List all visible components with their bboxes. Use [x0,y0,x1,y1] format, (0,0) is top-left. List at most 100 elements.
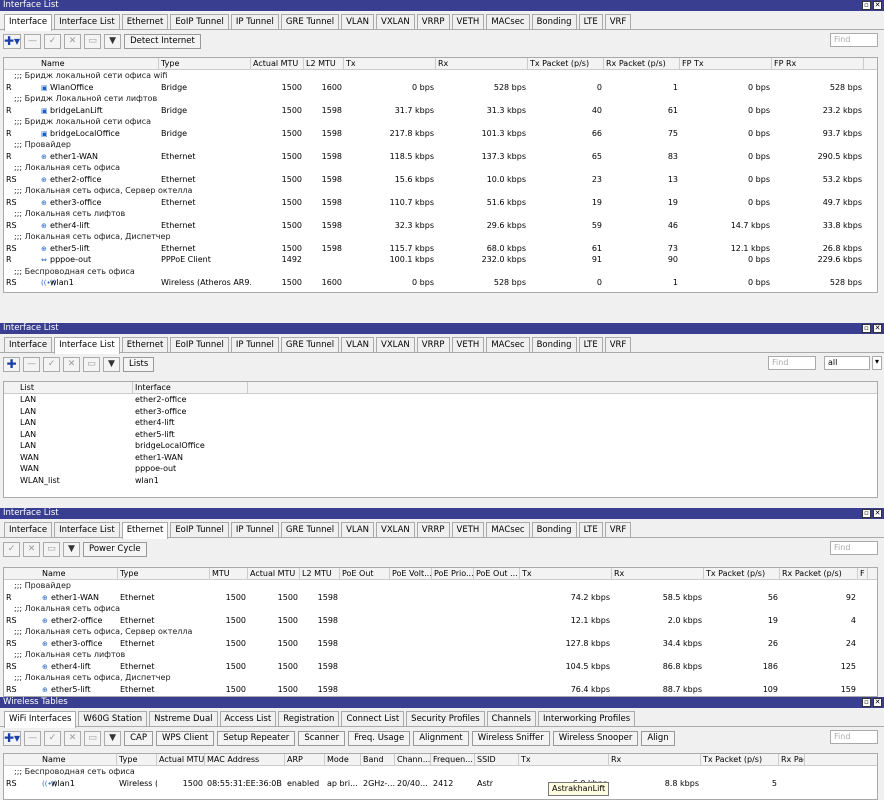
column-header[interactable]: Type [117,754,157,765]
table-row[interactable]: RS ⊕ ether4-lift Ethernet 1500 1598 32.3 kbps 2… [4,220,877,232]
tab-ethernet[interactable]: Ethernet [121,522,169,539]
restore-icon[interactable]: ▫ [862,509,871,518]
table-row[interactable]: RS((•))wlan1Wireless (Atheros AR9...1500… [4,277,877,289]
tab-lte[interactable]: LTE [578,522,603,537]
tab-vxlan[interactable]: VXLAN [376,522,415,537]
tab-vlan[interactable]: VLAN [341,14,375,29]
table-row[interactable]: WAN ether1-WAN [4,452,877,464]
remove-icon[interactable]: — [24,730,42,746]
column-header[interactable]: F [858,568,868,579]
column-header[interactable]: PoE Out [340,568,390,579]
tab-vrrp[interactable]: VRRP [416,337,450,352]
column-header[interactable]: PoE Out ... [474,568,520,579]
comment-icon[interactable]: ▭ [84,730,102,746]
table-row[interactable]: RS ⊕ ether4-lift Ethernet 1500 1500 1598 104.5 … [4,661,877,673]
table-row[interactable]: R ⊕ ether1-WAN Ethernet 1500 1500 1598 74.2 kbp… [4,592,877,604]
tab-interface-list[interactable]: Interface List [54,522,120,537]
tab-connect-list[interactable]: Connect List [341,711,405,726]
tab-interface[interactable]: Interface [4,522,53,537]
column-header[interactable]: Tx [520,568,612,579]
table-row[interactable]: RS((•))wlan1Wireless (Atheros AR9...1500… [4,778,877,790]
comment-icon[interactable]: ▭ [83,356,100,372]
column-header[interactable]: Frequen... [431,754,475,765]
tab-gre-tunnel[interactable]: GRE Tunnel [280,522,340,537]
find-input[interactable]: Find [830,730,878,744]
column-header[interactable]: PoE Prio... [432,568,474,579]
tab-ethernet[interactable]: Ethernet [121,337,169,352]
column-header[interactable]: Rx Packet (p/s) [780,568,858,579]
remove-icon[interactable]: — [24,33,42,49]
enable-icon[interactable]: ✓ [44,33,62,49]
table-row[interactable]: RS ⊕ ether2-office Ethernet 1500 1500 1598 12.1… [4,615,877,627]
enable-icon[interactable]: ✓ [44,730,62,746]
tab-bonding[interactable]: Bonding [531,337,577,352]
column-header[interactable]: Tx Packet (p/s) [701,754,779,765]
tab-interface[interactable]: Interface [4,14,53,31]
add-icon[interactable]: ✚ [3,356,20,372]
column-header[interactable]: Tx [344,58,436,69]
lists-button[interactable]: Lists [123,356,155,372]
tab-vlan[interactable]: VLAN [341,337,375,352]
tab-vlan[interactable]: VLAN [341,522,375,537]
column-header[interactable]: Tx [519,754,609,765]
table-row[interactable]: RS ⊕ ether3-office Ethernet 1500 1500 1598 127.… [4,638,877,650]
tab-vrf[interactable]: VRF [604,337,632,352]
tab-vxlan[interactable]: VXLAN [376,14,415,29]
table-row[interactable]: LAN bridgeLocalOffice [4,440,877,452]
table-row[interactable]: RS ⊕ ether3-office Ethernet 1500 1598 110.7 kb… [4,197,877,209]
restore-icon[interactable]: ▫ [862,324,871,333]
tab-lte[interactable]: LTE [578,14,603,29]
wireless-sniffer-button[interactable]: Wireless Sniffer [471,730,550,746]
tab-vrf[interactable]: VRF [604,14,632,29]
column-header[interactable]: Rx [609,754,701,765]
column-header[interactable]: Name [39,58,159,69]
close-icon[interactable]: ✕ [873,509,882,518]
tab-wifi-interfaces[interactable]: WiFi Interfaces [4,711,77,728]
tab-ip-tunnel[interactable]: IP Tunnel [230,522,279,537]
tab-security-profiles[interactable]: Security Profiles [406,711,485,726]
freq-usage-button[interactable]: Freq. Usage [348,730,411,746]
column-header[interactable]: Rx [436,58,528,69]
column-header[interactable]: Type [118,568,210,579]
column-header[interactable]: Actual MTU [157,754,205,765]
enable-icon[interactable]: ✓ [43,356,60,372]
tab-bonding[interactable]: Bonding [531,14,577,29]
power-cycle-button[interactable]: Power Cycle [83,541,147,557]
restore-icon[interactable]: ▫ [862,1,871,10]
tab-macsec[interactable]: MACsec [486,337,530,352]
column-header[interactable]: Mode [325,754,361,765]
comment-icon[interactable]: ▭ [43,541,60,557]
column-header[interactable]: Tx Packet (p/s) [704,568,780,579]
tab-ethernet[interactable]: Ethernet [121,14,169,29]
tab-eoip-tunnel[interactable]: EoIP Tunnel [170,14,229,29]
comment-icon[interactable]: ▭ [84,33,102,49]
column-header[interactable]: L2 MTU [300,568,340,579]
align-button[interactable]: Align [641,730,675,746]
table-row[interactable]: LAN ether2-office [4,394,877,406]
remove-icon[interactable]: — [23,356,40,372]
table-row[interactable]: LAN ether3-office [4,406,877,418]
tab-veth[interactable]: VETH [451,337,485,352]
column-header[interactable]: FP Tx [680,58,772,69]
column-header[interactable]: Interface [133,382,248,393]
tab-ip-tunnel[interactable]: IP Tunnel [230,337,279,352]
column-header[interactable]: List [18,382,133,393]
column-header[interactable]: L2 MTU [304,58,344,69]
column-header[interactable]: Tx Packet (p/s) [528,58,604,69]
table-row[interactable]: RS ⊕ ether2-office Ethernet 1500 1598 15.6 kbp… [4,174,877,186]
tab-veth[interactable]: VETH [451,522,485,537]
disable-icon[interactable]: ✕ [64,730,82,746]
column-header[interactable]: Actual MTU [248,568,300,579]
list-filter-select[interactable]: all [824,356,870,370]
tab-access-list[interactable]: Access List [219,711,277,726]
tab-interworking-profiles[interactable]: Interworking Profiles [537,711,636,726]
table-row[interactable]: R ⇔ pppoe-out PPPoE Client 1492 100.1 kbps 232… [4,254,877,266]
find-input[interactable]: Find [830,33,878,47]
column-header[interactable]: Rx Pac [779,754,805,765]
cap-button[interactable]: CAP [124,730,153,746]
tab-interface-list[interactable]: Interface List [54,14,120,29]
column-header[interactable]: Type [159,58,251,69]
column-header[interactable]: Actual MTU [251,58,304,69]
tab-gre-tunnel[interactable]: GRE Tunnel [280,14,340,29]
tab-vrrp[interactable]: VRRP [416,14,450,29]
